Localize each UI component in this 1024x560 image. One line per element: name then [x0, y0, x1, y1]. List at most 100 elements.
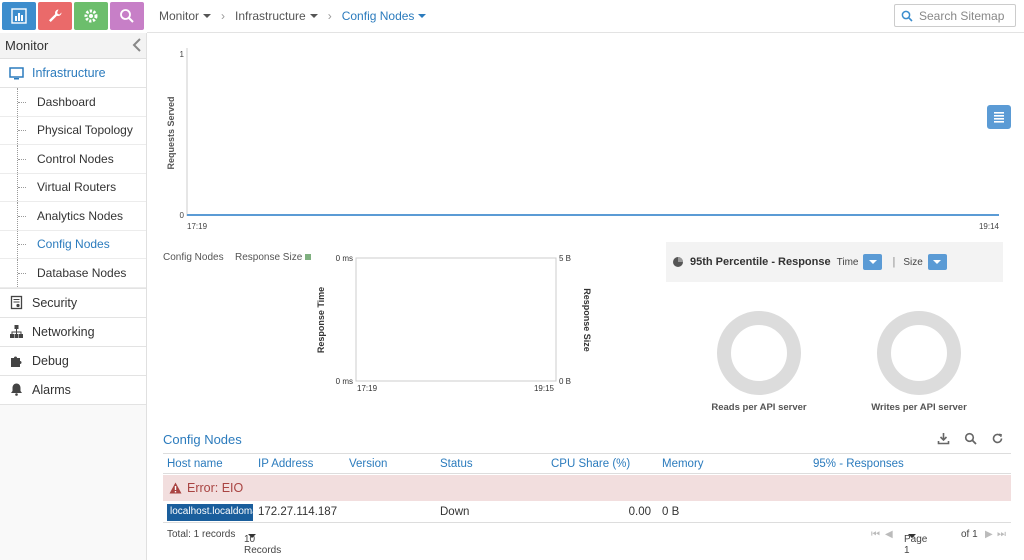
last-page-icon[interactable]: ⏭ — [997, 529, 1006, 540]
warning-icon — [169, 482, 182, 494]
sidebar-title-label: Monitor — [5, 38, 49, 53]
sidebar-section-label: Infrastructure — [32, 66, 106, 80]
writes-donut-label: Writes per API server — [871, 402, 967, 413]
sidebar-subitems: Dashboard Physical Topology Control Node… — [0, 88, 146, 289]
search-placeholder: Search Sitemap — [919, 8, 1005, 23]
table-row[interactable]: localhost.localdoma 172.27.114.187 Down … — [163, 502, 1011, 523]
status-cell: Down — [440, 506, 470, 518]
sidebar-item-database-nodes[interactable]: Database Nodes — [0, 259, 146, 288]
sidebar-section-alarms[interactable]: Alarms — [0, 375, 146, 405]
sidebar-item-dashboard[interactable]: Dashboard — [0, 88, 146, 117]
col-memory[interactable]: Memory — [662, 458, 704, 470]
sidebar-section-security[interactable]: Security — [0, 288, 146, 318]
breadcrumb-config-nodes[interactable]: Config Nodes — [342, 9, 427, 23]
query-tool-button[interactable] — [110, 2, 144, 30]
sidebar-item-control-nodes[interactable]: Control Nodes — [0, 145, 146, 174]
sidebar-section-infrastructure[interactable]: Infrastructure — [0, 59, 146, 88]
sidebar-section-networking[interactable]: Networking — [0, 317, 146, 347]
chevron-down-icon — [203, 14, 212, 18]
memory-cell: 0 B — [662, 506, 680, 518]
sidebar-item-analytics-nodes[interactable]: Analytics Nodes — [0, 202, 146, 231]
requests-served-chart: 1 0 Requests Served 17:19 19:14 — [147, 33, 1024, 238]
sidebar-item-physical-topology[interactable]: Physical Topology — [0, 116, 146, 145]
first-page-icon[interactable]: ⏮ — [871, 529, 880, 540]
col-95-responses[interactable]: 95% - Responses — [813, 458, 904, 470]
col-cpu-share[interactable]: CPU Share (%) — [551, 458, 630, 470]
sidebar-item-virtual-routers[interactable]: Virtual Routers — [0, 173, 146, 202]
x-tick-label: 19:15 — [534, 384, 555, 393]
y-axis-label-left: Response Time — [316, 287, 326, 353]
error-message: Error: EIO — [187, 481, 244, 495]
legend-response-size[interactable]: Response Size — [235, 252, 312, 263]
page-of: of 1 — [961, 529, 978, 540]
total-records: Total: 1 records — [167, 529, 236, 540]
pie-chart-icon — [673, 257, 683, 267]
chevron-down-icon — [908, 534, 916, 538]
legend-config-nodes[interactable]: Config Nodes — [163, 252, 235, 263]
y-tick-label: 1 — [180, 50, 185, 59]
network-icon — [10, 325, 23, 338]
search-icon[interactable] — [964, 432, 977, 445]
breadcrumb-monitor[interactable]: Monitor — [159, 9, 212, 23]
sidebar: Monitor Infrastructure Dashboard Physica… — [0, 33, 147, 560]
time-label: Time — [836, 256, 859, 268]
search-icon — [120, 9, 134, 23]
legend-response-size-label: Response Size — [235, 252, 303, 263]
reads-donut-label: Reads per API server — [711, 402, 807, 413]
time-dropdown[interactable] — [863, 254, 883, 270]
monitor-screen-icon — [9, 66, 24, 79]
sidebar-item-config-nodes[interactable]: Config Nodes — [0, 230, 146, 259]
y-tick-label: 0 ms — [336, 377, 353, 386]
configure-tool-button[interactable] — [38, 2, 72, 30]
chevron-down-icon — [933, 260, 942, 264]
list-icon — [994, 112, 1004, 123]
y-tick-label: 0 — [180, 211, 185, 220]
wrench-icon — [49, 9, 62, 22]
divider: | — [892, 256, 896, 268]
y-axis-label-right: Response Size — [582, 288, 592, 352]
sidebar-item-label: Config Nodes — [37, 237, 110, 252]
refresh-icon[interactable] — [991, 432, 1004, 445]
percentile-panel-header: 95th Percentile - Response Time | Size — [666, 242, 1003, 282]
col-status[interactable]: Status — [440, 458, 473, 470]
col-version[interactable]: Version — [349, 458, 387, 470]
breadcrumb-infrastructure[interactable]: Infrastructure — [235, 9, 318, 23]
col-ip-address[interactable]: IP Address — [258, 458, 313, 470]
sidebar-section-label: Networking — [32, 324, 95, 339]
ip-address-cell: 172.27.114.187 — [258, 506, 338, 518]
grid-toolbar — [937, 432, 1004, 445]
settings-tool-button[interactable] — [74, 2, 108, 30]
error-row: Error: EIO — [163, 475, 1011, 501]
size-dropdown[interactable] — [927, 254, 947, 270]
chevron-right-icon: › — [221, 9, 226, 23]
app-window: Monitor › Infrastructure › Config Nodes … — [0, 0, 1024, 560]
monitor-tool-button[interactable] — [2, 2, 36, 30]
x-tick-label: 17:19 — [357, 384, 378, 393]
grid-title: Config Nodes — [163, 432, 242, 447]
chart-menu-button[interactable] — [987, 105, 1011, 129]
download-icon[interactable] — [937, 432, 950, 445]
search-sitemap-input[interactable]: Search Sitemap — [894, 4, 1016, 27]
sidebar-title: Monitor — [0, 33, 146, 59]
mini-chart-frame — [355, 257, 557, 382]
next-page-icon[interactable]: ▶ — [985, 529, 993, 540]
gear-icon — [84, 9, 98, 23]
y-tick-label-right: 0 B — [559, 377, 571, 386]
grid-header-row: Host name IP Address Version Status CPU … — [163, 453, 1011, 474]
puzzle-icon — [11, 356, 22, 367]
x-tick-label: 19:14 — [979, 222, 1000, 231]
chevron-left-icon[interactable] — [132, 38, 142, 52]
sidebar-item-label: Control Nodes — [37, 151, 114, 166]
host-name-cell[interactable]: localhost.localdoma — [167, 504, 253, 521]
sidebar-section-debug[interactable]: Debug — [0, 346, 146, 376]
reads-donut — [717, 311, 801, 395]
sidebar-item-label: Database Nodes — [37, 265, 127, 280]
y-tick-label: 0 ms — [336, 254, 353, 263]
col-host-name[interactable]: Host name — [167, 458, 223, 470]
prev-page-icon[interactable]: ◀ — [885, 529, 893, 540]
x-tick-label: 17:19 — [187, 222, 208, 231]
search-icon — [901, 10, 913, 22]
sidebar-item-label: Virtual Routers — [37, 180, 117, 195]
breadcrumb: Monitor › Infrastructure › Config Nodes … — [147, 0, 1024, 33]
writes-donut — [877, 311, 961, 395]
